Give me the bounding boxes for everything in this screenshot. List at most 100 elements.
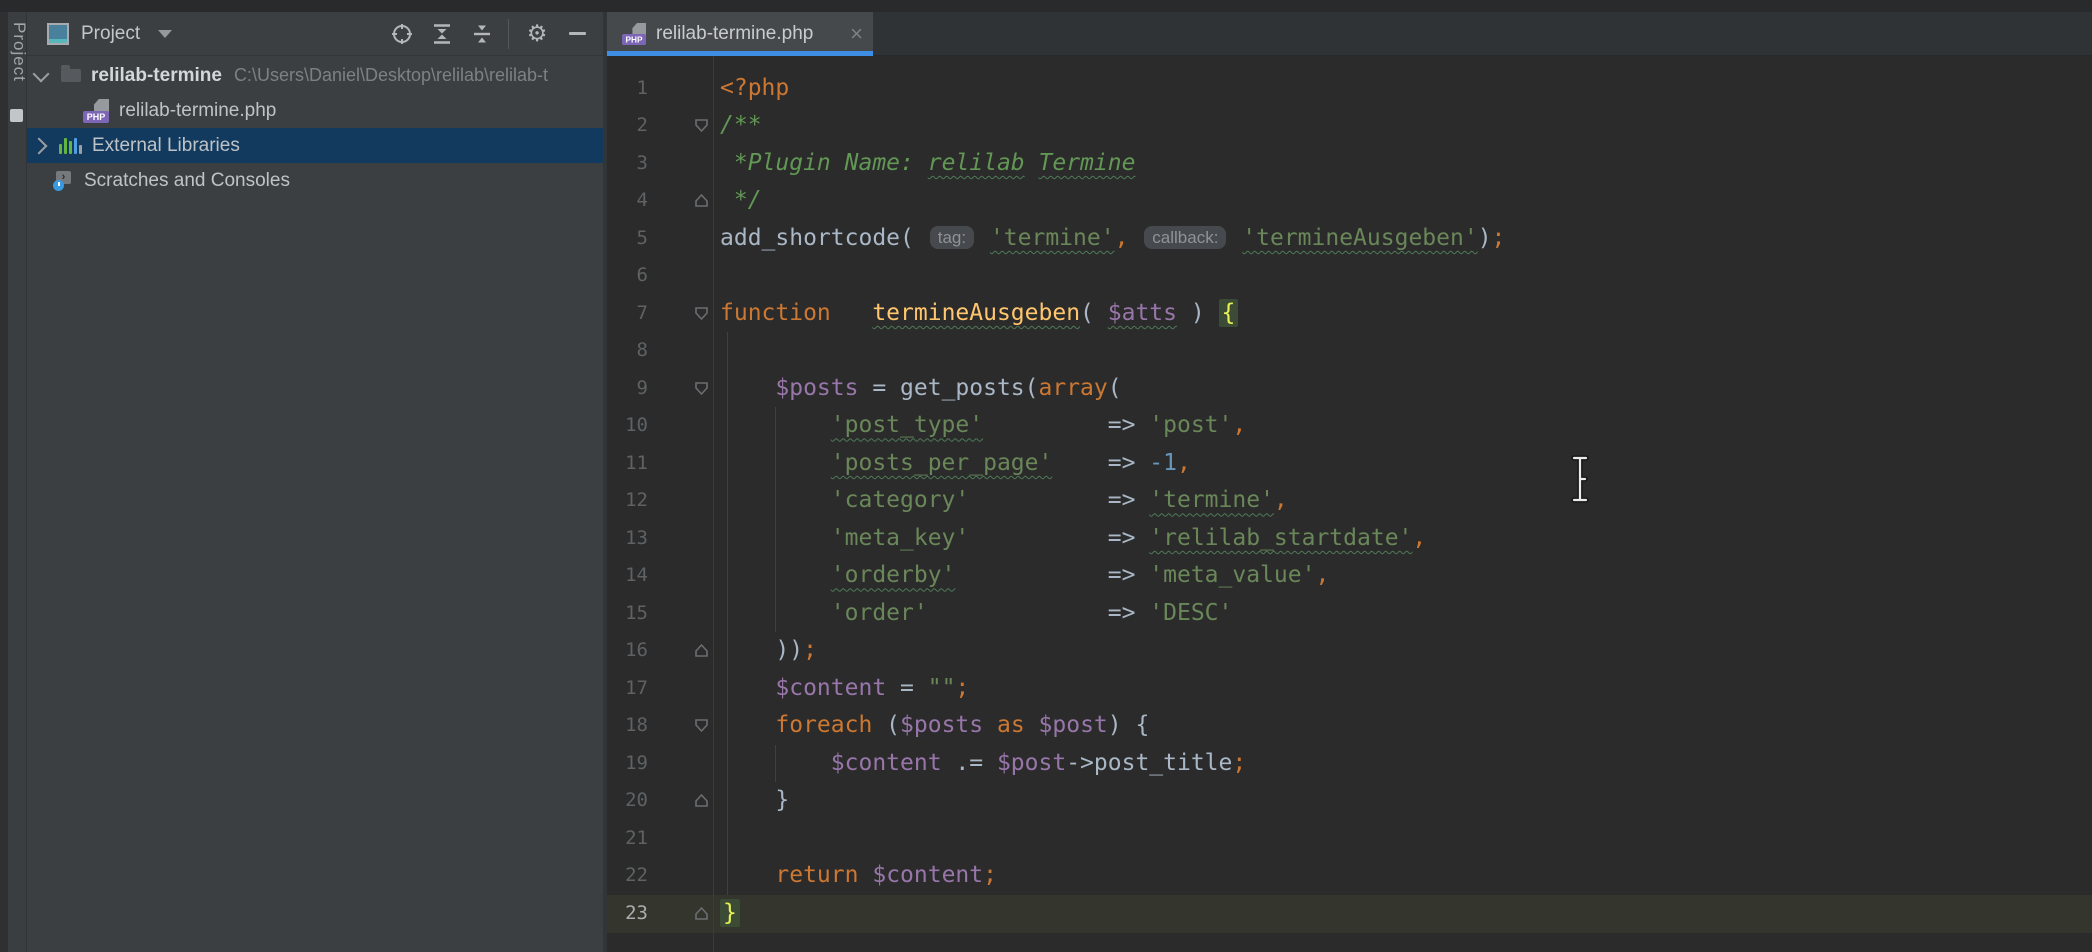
code-token: 'category'	[831, 487, 969, 513]
stripe-tool-icon[interactable]	[10, 109, 23, 122]
header-separator	[508, 19, 509, 49]
code-token	[720, 600, 831, 626]
code-line[interactable]: <?php	[720, 70, 789, 108]
code-token: ->post_title	[1066, 750, 1232, 776]
window-top-edge	[0, 0, 2092, 12]
code-token: 'order'	[831, 600, 928, 626]
fold-region-start-icon[interactable]	[694, 118, 709, 133]
chevron-expanded-icon[interactable]	[33, 65, 50, 82]
code-token: ,	[1115, 225, 1129, 251]
code-token: $content	[775, 675, 886, 701]
code-token: function	[720, 300, 872, 326]
tree-row-project-root[interactable]: relilab-termine C:\Users\Daniel\Desktop\…	[27, 58, 603, 93]
scratches-icon: ›	[53, 171, 75, 191]
expand-all-button[interactable]	[430, 22, 454, 46]
code-token	[858, 862, 872, 888]
fold-region-start-icon[interactable]	[694, 718, 709, 733]
code-token: 'meta_value'	[1149, 562, 1315, 588]
line-number: 20	[607, 782, 648, 820]
code-token: (	[1080, 300, 1108, 326]
chevron-down-icon[interactable]	[158, 30, 172, 38]
code-token	[720, 712, 775, 738]
panel-title[interactable]: Project	[81, 23, 140, 45]
code-token	[720, 750, 831, 776]
code-line[interactable]: *Plugin Name: relilab Termine	[720, 145, 1135, 183]
code-token: 'post'	[1149, 412, 1232, 438]
line-number: 5	[607, 220, 648, 258]
code-line[interactable]: 'meta_key' => 'relilab_startdate',	[720, 520, 1426, 558]
line-number: 16	[607, 632, 648, 670]
fold-region-end-icon[interactable]	[694, 643, 709, 658]
code-token: 'DESC'	[1149, 600, 1232, 626]
code-token: tag:	[930, 226, 974, 249]
code-line[interactable]: 'order' => 'DESC'	[720, 595, 1232, 633]
code-token	[969, 525, 1107, 551]
code-token: $content	[831, 750, 942, 776]
code-line[interactable]: }	[720, 895, 740, 933]
code-line[interactable]: }	[720, 782, 789, 820]
code-line[interactable]: ));	[720, 632, 817, 670]
code-line[interactable]: 'category' => 'termine',	[720, 482, 1288, 520]
locate-file-button[interactable]	[390, 22, 414, 46]
code-token	[720, 375, 775, 401]
tree-item-label: Scratches and Consoles	[84, 170, 290, 192]
tree-row-php-file[interactable]: PHP relilab-termine.php	[27, 93, 659, 128]
code-token: ,	[1315, 562, 1329, 588]
gear-icon: ⚙	[527, 22, 548, 46]
code-token: ;	[1492, 225, 1506, 251]
stripe-project-label[interactable]: Project	[9, 22, 29, 82]
fold-region-end-icon[interactable]	[694, 793, 709, 808]
code-token: ""	[928, 675, 956, 701]
folder-icon	[61, 69, 81, 82]
close-icon[interactable]: ×	[850, 24, 863, 44]
code-line[interactable]: 'posts_per_page' => -1,	[720, 445, 1191, 483]
code-line[interactable]: 'orderby' => 'meta_value',	[720, 557, 1329, 595]
fold-region-end-icon[interactable]	[694, 193, 709, 208]
code-line[interactable]: $posts = get_posts(array(	[720, 370, 1122, 408]
code-token: Termine	[1039, 150, 1136, 176]
code-token	[1025, 150, 1039, 176]
code-token: relilab	[928, 150, 1025, 176]
tab-relilab-termine[interactable]: PHP relilab-termine.php ×	[607, 12, 873, 56]
code-token: $posts	[900, 712, 983, 738]
code-token: ;	[983, 862, 997, 888]
code-token: ;	[803, 637, 817, 663]
hide-panel-button[interactable]	[565, 22, 589, 46]
code-line[interactable]: return $content;	[720, 857, 997, 895]
fold-region-end-icon[interactable]	[694, 906, 709, 921]
code-editor[interactable]: 1234567891011121314151617181920212223 <?…	[607, 56, 2092, 952]
code-line[interactable]: foreach ($posts as $post) {	[720, 707, 1149, 745]
code-token: ) {	[1108, 712, 1150, 738]
chevron-collapsed-icon[interactable]	[31, 137, 48, 154]
code-line[interactable]: */	[720, 182, 762, 220]
tree-row-external-libraries[interactable]: External Libraries	[27, 128, 603, 163]
code-line[interactable]: 'post_type' => 'post',	[720, 407, 1246, 445]
code-token: 'post_type'	[831, 412, 983, 438]
code-token: $posts	[775, 375, 858, 401]
collapse-all-button[interactable]	[470, 22, 494, 46]
code-token	[955, 562, 1107, 588]
code-line[interactable]: /**	[720, 107, 762, 145]
code-token	[720, 675, 775, 701]
project-panel-header: Project ⚙	[27, 12, 603, 56]
tree-row-scratches[interactable]: › Scratches and Consoles	[27, 163, 629, 198]
code-line[interactable]: $content .= $post->post_title;	[720, 745, 1246, 783]
code-token: }	[720, 899, 740, 927]
project-view-icon	[47, 23, 69, 45]
mouse-cursor-ibeam	[1569, 454, 1591, 509]
fold-region-start-icon[interactable]	[694, 306, 709, 321]
tab-bar: PHP relilab-termine.php ×	[607, 12, 2092, 56]
fold-region-start-icon[interactable]	[694, 381, 709, 396]
code-token: add_shortcode(	[720, 225, 928, 251]
code-line[interactable]: add_shortcode( tag: 'termine', callback:…	[720, 220, 1505, 258]
php-file-icon: PHP	[622, 23, 647, 45]
code-token	[720, 562, 831, 588]
project-panel: Project ⚙ relilab-termine C:\Users\Danie…	[27, 12, 607, 952]
code-token: array	[1039, 375, 1108, 401]
code-token: 'termine'	[990, 225, 1115, 251]
settings-gear-button[interactable]: ⚙	[525, 22, 549, 46]
tree-item-path: C:\Users\Daniel\Desktop\relilab\relilab-…	[234, 65, 548, 86]
code-line[interactable]: function termineAusgeben( $atts ) {	[720, 295, 1238, 333]
code-line[interactable]: $content = "";	[720, 670, 969, 708]
code-token	[720, 487, 831, 513]
